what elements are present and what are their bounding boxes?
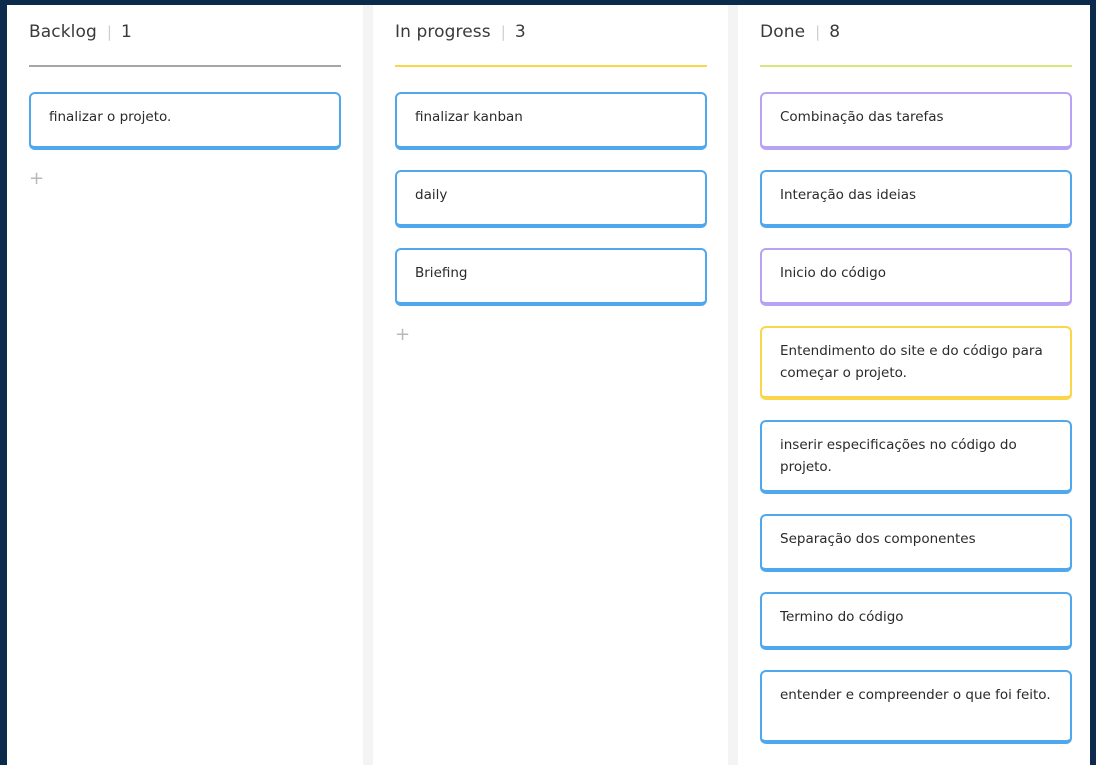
column-backlog: Backlog | 1 finalizar o projeto. + (7, 5, 363, 765)
task-card[interactable]: entender e compreender o que foi feito. (760, 670, 1072, 744)
task-card[interactable]: Combinação das tarefas (760, 92, 1072, 150)
column-header: Backlog | 1 (7, 5, 363, 67)
task-card[interactable]: Separação dos componentes (760, 514, 1072, 572)
column-divider (395, 65, 707, 67)
task-card[interactable]: finalizar o projeto. (29, 92, 341, 150)
column-title: Backlog (29, 22, 97, 42)
task-card[interactable]: Termino do código (760, 592, 1072, 650)
header-separator: | (500, 23, 506, 41)
column-title: In progress (395, 22, 491, 42)
kanban-board: Backlog | 1 finalizar o projeto. + In pr… (7, 5, 1090, 765)
column-divider (29, 65, 341, 67)
add-card-icon[interactable]: + (29, 170, 44, 188)
task-card[interactable]: finalizar kanban (395, 92, 707, 150)
task-card[interactable]: Briefing (395, 248, 707, 306)
card-count: 3 (514, 22, 526, 42)
task-card[interactable]: Inicio do código (760, 248, 1072, 306)
card-list: Combinação das tarefas Interação das ide… (760, 92, 1072, 764)
header-separator: | (815, 23, 821, 41)
header-separator: | (106, 23, 113, 41)
card-list: finalizar kanban daily Briefing + (395, 92, 707, 344)
column-done: Done | 8 Combinação das tarefas Interaçã… (738, 5, 1090, 765)
column-header: Done | 8 (738, 5, 1090, 67)
card-list: finalizar o projeto. + (29, 92, 341, 188)
column-divider (760, 65, 1072, 67)
add-card-icon[interactable]: + (395, 326, 410, 344)
card-count: 1 (121, 22, 132, 42)
task-card[interactable]: Interação das ideias (760, 170, 1072, 228)
task-card[interactable]: Entendimento do site e do código para co… (760, 326, 1072, 400)
task-card[interactable]: daily (395, 170, 707, 228)
task-card[interactable]: inserir especificações no código do proj… (760, 420, 1072, 494)
column-title: Done (760, 22, 806, 42)
column-in-progress: In progress | 3 finalizar kanban daily B… (373, 5, 728, 765)
card-count: 8 (829, 22, 841, 42)
column-header: In progress | 3 (373, 5, 728, 67)
